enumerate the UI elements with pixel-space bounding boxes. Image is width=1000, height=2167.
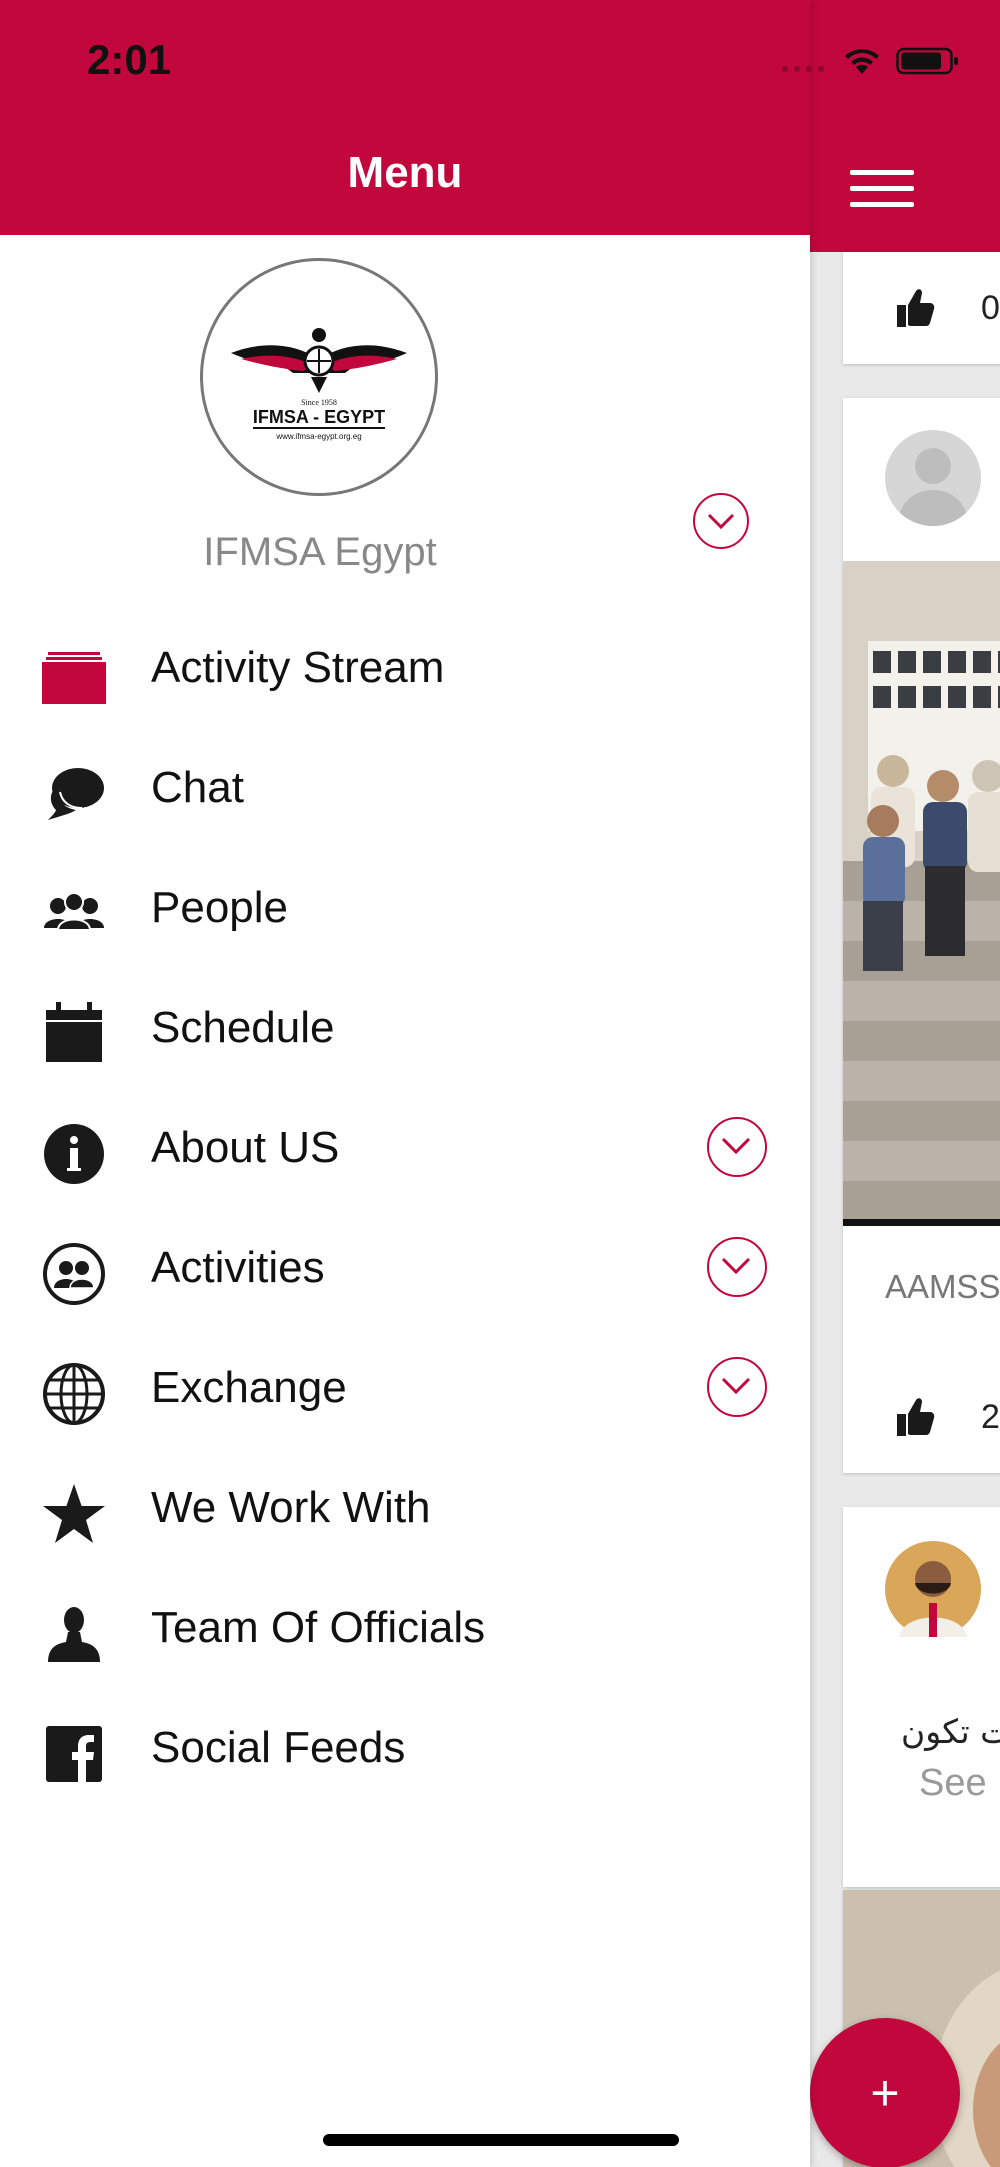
logo-url-text: www.ifmsa-egypt.org.eg — [275, 432, 361, 441]
battery-icon — [896, 47, 958, 75]
menu-item-label: About US — [151, 1123, 340, 1172]
side-drawer: Menu Since 1958 IFMSA - EGYPT www.ifmsa-… — [0, 0, 810, 2167]
logo-since-text: Since 1958 — [301, 398, 337, 407]
see-more-link[interactable]: See — [919, 1762, 987, 1805]
avatar[interactable] — [885, 1541, 981, 1637]
menu-item-label: Schedule — [151, 1003, 335, 1052]
menu-item-label: Team Of Officials — [151, 1603, 486, 1652]
post-card: ت تكون See — [843, 1507, 1000, 1887]
exchange-expand-button[interactable] — [707, 1357, 767, 1417]
menu-item-label: We Work With — [151, 1483, 431, 1532]
activity-stream-icon — [42, 652, 106, 704]
info-icon — [44, 1124, 104, 1184]
activities-icon — [43, 1243, 105, 1305]
star-icon — [43, 1484, 105, 1543]
hamburger-menu-icon[interactable] — [850, 170, 914, 208]
activity-stream-screen: 0 AAMSS 2 ت تكون See + — [810, 0, 1000, 2167]
about-us-expand-button[interactable] — [707, 1117, 767, 1177]
menu-item-exchange[interactable]: Exchange — [0, 1327, 810, 1447]
menu-item-label: People — [151, 883, 289, 932]
menu-title: Menu — [347, 148, 463, 197]
chevron-down-icon — [721, 1137, 751, 1155]
chevron-down-icon — [721, 1377, 751, 1395]
person-icon — [48, 1607, 100, 1662]
like-row: 2 — [843, 1386, 1000, 1446]
cellular-signal-icon — [782, 66, 824, 72]
menu-item-label: Exchange — [151, 1363, 347, 1412]
status-time: 2:01 — [87, 36, 172, 83]
menu-item-we-work-with[interactable]: We Work With — [0, 1447, 810, 1567]
chevron-down-icon — [707, 513, 735, 530]
like-row: 0 — [843, 277, 1000, 337]
profile-name: IFMSA Egypt — [203, 530, 437, 574]
ifmsa-logo: Since 1958 IFMSA - EGYPT www.ifmsa-egypt… — [231, 328, 407, 441]
avatar[interactable] — [885, 430, 981, 526]
thumbs-up-icon[interactable] — [895, 287, 935, 329]
menu-item-label: Social Feeds — [151, 1723, 406, 1772]
menu-item-people[interactable]: People — [0, 847, 810, 967]
globe-icon — [43, 1363, 105, 1425]
chat-bubbles-icon — [48, 768, 104, 820]
menu-item-label: Chat — [151, 763, 244, 812]
plus-icon: + — [870, 2065, 900, 2121]
menu-item-team-of-officials[interactable]: Team Of Officials — [0, 1567, 810, 1687]
post-card: AAMSS 2 — [843, 398, 1000, 1473]
menu-item-schedule[interactable]: Schedule — [0, 967, 810, 1087]
calendar-icon — [46, 1002, 102, 1062]
add-post-button[interactable]: + — [810, 2018, 960, 2167]
like-count: 0 — [981, 289, 1000, 327]
chevron-down-icon — [721, 1257, 751, 1275]
menu-item-activity-stream[interactable]: Activity Stream — [0, 607, 810, 727]
menu-item-activities[interactable]: Activities — [0, 1207, 810, 1327]
menu-item-chat[interactable]: Chat — [0, 727, 810, 847]
menu-item-label: Activities — [151, 1243, 325, 1292]
menu-item-label: Activity Stream — [151, 643, 445, 692]
menu-item-about-us[interactable]: About US — [0, 1087, 810, 1207]
post-photo[interactable] — [843, 561, 1000, 1226]
activities-expand-button[interactable] — [707, 1237, 767, 1297]
post-card: 0 — [843, 252, 1000, 364]
facebook-icon — [46, 1726, 102, 1782]
post-caption: AAMSS — [885, 1268, 1000, 1305]
thumbs-up-icon[interactable] — [895, 1396, 935, 1438]
menu-item-social-feeds[interactable]: Social Feeds — [0, 1687, 810, 1807]
profile-expand-button[interactable] — [693, 493, 749, 549]
people-group-icon — [44, 892, 104, 931]
wifi-icon — [845, 49, 879, 74]
post-text: ت تكون — [901, 1712, 1000, 1751]
like-count: 2 — [981, 1398, 1000, 1436]
home-indicator — [323, 2134, 679, 2146]
logo-text: IFMSA - EGYPT — [253, 407, 385, 427]
organization-logo[interactable]: Since 1958 IFMSA - EGYPT www.ifmsa-egypt… — [200, 258, 438, 496]
status-bar: 2:01 — [0, 0, 1000, 120]
